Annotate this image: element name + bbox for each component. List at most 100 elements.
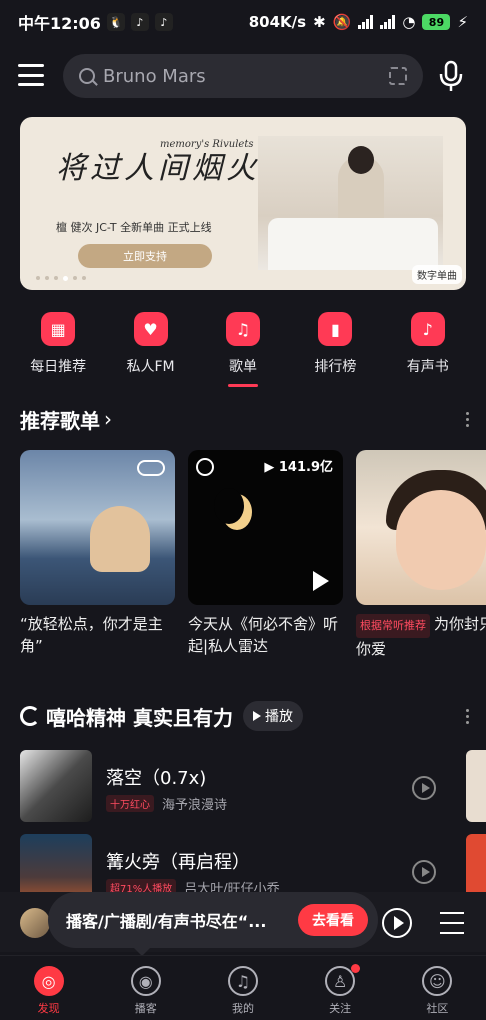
tab-podcast[interactable]: ◉ 播客 — [106, 956, 186, 1020]
wifi-icon: ◔ — [402, 13, 416, 31]
refresh-icon[interactable] — [20, 706, 40, 726]
play-all-label: 播放 — [264, 709, 293, 725]
play-icon[interactable] — [313, 571, 329, 591]
child-face-image — [396, 490, 486, 590]
quicknav-label: 有声书 — [406, 359, 449, 375]
scan-icon[interactable] — [389, 67, 407, 85]
next-column-peek[interactable] — [466, 750, 486, 822]
song-play-icon[interactable] — [412, 776, 436, 800]
now-playing-cover[interactable] — [20, 908, 50, 938]
quicknav-label: 歌单 — [228, 359, 257, 375]
signal-icon — [358, 15, 374, 29]
recommended-header: 推荐歌单 › — [20, 404, 470, 434]
song-cover — [20, 750, 92, 822]
more-icon[interactable] — [464, 411, 470, 427]
song-badge: 十万红心 — [106, 795, 154, 812]
playlist-card[interactable]: ▶ 141.9亿 今天从《何必不舍》听起|私人雷达 — [188, 450, 343, 657]
status-time: 中午12:06 — [18, 14, 101, 33]
audiobook-icon: ♪ — [410, 312, 445, 346]
podcast-icon: ◉ — [130, 966, 161, 996]
recommend-tag: 根据常听推荐 — [356, 614, 430, 638]
calendar-icon: ▦ — [41, 312, 76, 346]
quicknav-label: 私人FM — [126, 359, 175, 375]
quicknav-label: 排行榜 — [314, 359, 357, 375]
menu-icon[interactable] — [18, 64, 44, 86]
netease-logo-icon: ◎ — [33, 966, 64, 996]
tab-mine[interactable]: ♫ 我的 — [203, 956, 283, 1020]
quicknav-label: 每日推荐 — [30, 359, 87, 375]
recommended-title[interactable]: 推荐歌单 — [20, 405, 100, 434]
search-input[interactable]: Bruno Mars — [63, 54, 423, 98]
playlist-card[interactable]: “放轻松点，你才是主角” — [20, 450, 175, 657]
section2-title: 嘻哈精神 真实且有力 — [46, 705, 233, 730]
banner-credit: 檀 健次 JC-T 全新单曲 正式上线 — [56, 221, 212, 234]
dog-image — [90, 506, 150, 572]
playlist-title: 根据常听推荐为你封只唱你爱 — [356, 613, 486, 660]
tiktok-icon-2: ♪ — [154, 13, 173, 31]
radio-icon: ♥ — [133, 312, 168, 346]
tab-label: 我的 — [231, 1002, 254, 1015]
moon-shadow — [214, 488, 244, 524]
section2-header: 嘻哈精神 真实且有力 播放 — [20, 700, 470, 732]
playlist-cover — [356, 450, 486, 605]
tooltip-go-button[interactable]: 去看看 — [298, 904, 368, 936]
playlist-cover: ▶ 141.9亿 — [188, 450, 343, 605]
banner-tag: 数字单曲 — [412, 265, 462, 284]
qq-icon: 🐧 — [106, 13, 125, 31]
quicknav-indicator — [228, 384, 258, 387]
playlist-row: “放轻松点，你才是主角” ▶ 141.9亿 今天从《何必不舍》听起|私人雷达 根… — [20, 450, 486, 660]
quicknav-audiobook[interactable]: ♪ 有声书 — [388, 312, 468, 394]
bluetooth-icon: ✱ — [313, 13, 326, 31]
play-count-value: 141.9亿 — [278, 460, 333, 475]
battery-icon: 89 — [422, 14, 451, 30]
music-note-icon: ♫ — [225, 312, 260, 346]
charging-icon: ⚡ — [457, 13, 468, 31]
song-play-icon[interactable] — [412, 860, 436, 884]
search-icon — [79, 68, 95, 84]
more-icon[interactable] — [464, 708, 470, 724]
play-button[interactable] — [382, 908, 412, 938]
play-all-button[interactable]: 播放 — [242, 701, 303, 731]
tab-community[interactable]: ☺ 社区 — [397, 956, 477, 1020]
network-speed: 804K/s — [248, 13, 307, 31]
status-bar: 中午12:06 🐧 ♪ ♪ 804K/s ✱ 🔕 ◔ 89 ⚡ — [0, 0, 486, 44]
status-left: 中午12:06 🐧 ♪ ♪ — [18, 10, 173, 34]
loop-icon — [137, 460, 165, 476]
photo-head — [348, 146, 374, 174]
podcast-tooltip[interactable]: 播客/广播剧/有声书尽在“... 去看看 — [48, 892, 378, 956]
quicknav-charts[interactable]: ▮ 排行榜 — [295, 312, 375, 394]
quick-nav: ▦ 每日推荐 ♥ 私人FM ♫ 歌单 ▮ 排行榜 ♪ 有声书 — [0, 312, 486, 394]
quicknav-playlist[interactable]: ♫ 歌单 — [203, 312, 283, 394]
quicknav-daily[interactable]: ▦ 每日推荐 — [18, 312, 98, 394]
search-placeholder: Bruno Mars — [103, 65, 206, 87]
play-icon — [252, 711, 261, 721]
playlist-title: 今天从《何必不舍》听起|私人雷达 — [188, 615, 339, 655]
banner-support-button[interactable]: 立即支持 — [78, 244, 212, 268]
tab-discover[interactable]: ◎ 发现 — [9, 956, 89, 1020]
song-meta: 十万红心 海予浪漫诗 — [106, 794, 227, 813]
song-title: 落空（0.7x) — [106, 768, 207, 789]
header: Bruno Mars — [0, 52, 486, 98]
playlist-card[interactable]: 根据常听推荐为你封只唱你爱 — [356, 450, 486, 660]
mini-player[interactable]: 播客/广播剧/有声书尽在“... 去看看 — [0, 892, 486, 956]
tab-follow[interactable]: ♙ 关注 — [300, 956, 380, 1020]
netease-logo-icon — [196, 458, 214, 476]
song-row[interactable]: 落空（0.7x) 十万红心 海予浪漫诗 — [20, 750, 486, 822]
tab-label: 发现 — [37, 1002, 60, 1015]
mute-icon: 🔕 — [332, 13, 352, 31]
tab-label: 播客 — [134, 1002, 157, 1015]
playlist-cover — [20, 450, 175, 605]
banner-artist-photo — [258, 136, 443, 270]
playlist-title: “放轻松点，你才是主角” — [20, 615, 163, 655]
banner-pagination — [36, 276, 86, 281]
chevron-right-icon[interactable]: › — [104, 407, 112, 431]
photo-bed — [268, 218, 438, 270]
tiktok-icon: ♪ — [130, 13, 149, 31]
quicknav-fm[interactable]: ♥ 私人FM — [111, 312, 191, 394]
chart-bars-icon: ▮ — [318, 312, 353, 346]
promo-banner[interactable]: 将过人间烟火 memory's Rivulets 檀 健次 JC-T 全新单曲 … — [20, 117, 466, 290]
tooltip-text: 播客/广播剧/有声书尽在“... — [66, 912, 267, 931]
microphone-icon[interactable] — [438, 60, 464, 92]
playlist-queue-icon[interactable] — [440, 912, 464, 934]
music-note-icon: ♫ — [227, 966, 258, 996]
